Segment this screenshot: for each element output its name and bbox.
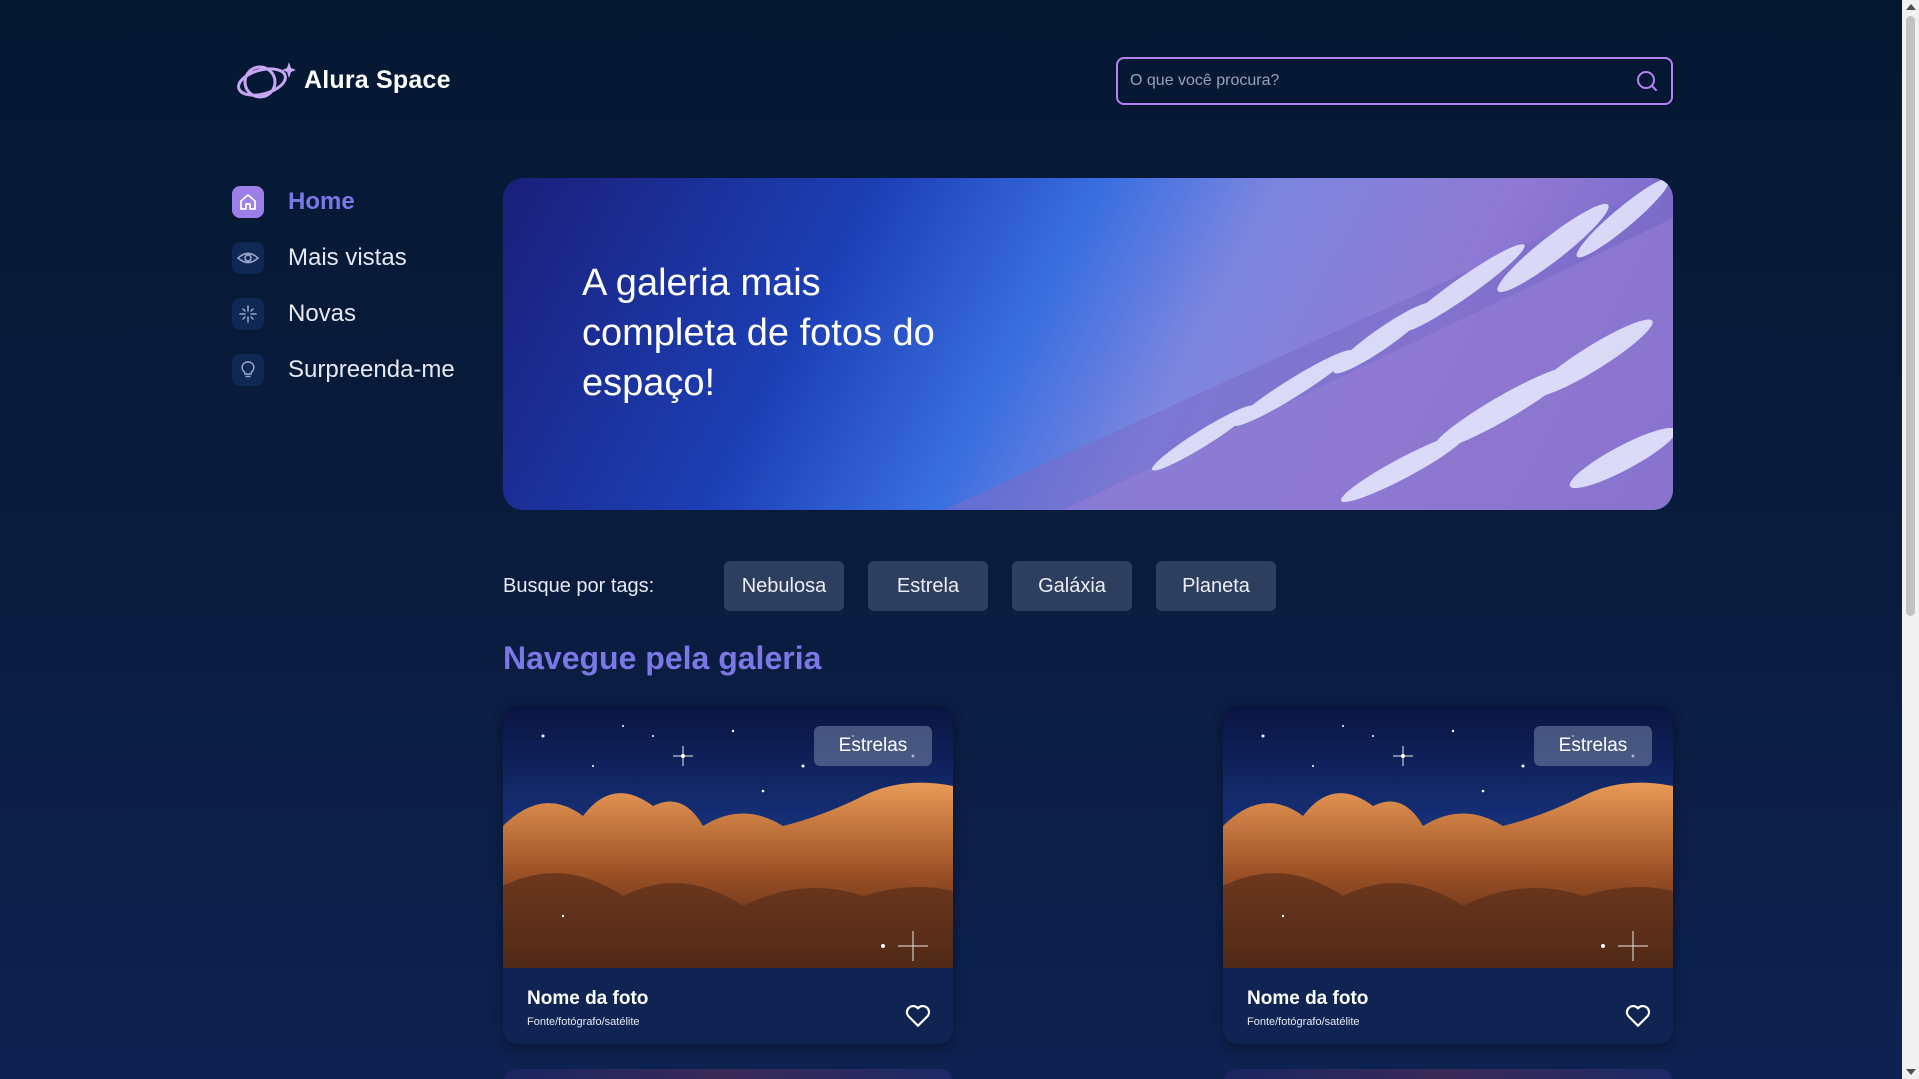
photo-card[interactable]: Estrelas Nome da foto Fonte/fotógrafo/sa…: [503, 706, 953, 1044]
card-body: Nome da foto Fonte/fotógrafo/satélite: [1223, 968, 1673, 1044]
sparkle-icon: [232, 298, 264, 330]
tag-nebulosa[interactable]: Nebulosa: [724, 561, 844, 611]
sidebar: Home Mais vistas Novas Surpreenda-me: [232, 174, 455, 398]
photo-card-partial[interactable]: [1223, 1069, 1673, 1079]
logo-text: Alura Space: [304, 65, 451, 94]
card-body: Nome da foto Fonte/fotógrafo/satélite: [503, 968, 953, 1044]
eye-icon: [232, 242, 264, 274]
gallery-title: Navegue pela galeria: [503, 640, 822, 676]
sidebar-item-home[interactable]: Home: [232, 174, 455, 230]
card-image[interactable]: Estrelas: [1223, 706, 1673, 968]
card-title: Nome da foto: [1247, 988, 1369, 1009]
vertical-scrollbar[interactable]: [1902, 0, 1919, 1079]
sidebar-item-label: Home: [288, 188, 355, 215]
scroll-up-arrow-icon[interactable]: [1906, 4, 1916, 10]
tag-estrela[interactable]: Estrela: [868, 561, 988, 611]
card-source: Fonte/fotógrafo/satélite: [527, 1016, 640, 1028]
tags-label: Busque por tags:: [503, 574, 655, 597]
home-icon: [232, 186, 264, 218]
hero-banner: A galeria mais completa de fotos do espa…: [503, 178, 1673, 510]
card-image[interactable]: Estrelas: [503, 706, 953, 968]
banner-title: A galeria mais completa de fotos do espa…: [582, 262, 935, 404]
sidebar-item-surpreenda-me[interactable]: Surpreenda-me: [232, 342, 455, 398]
photo-card[interactable]: Estrelas Nome da foto Fonte/fotógrafo/sa…: [1223, 706, 1673, 1044]
card-tag-badge: Estrelas: [1534, 726, 1652, 766]
sidebar-item-label: Mais vistas: [288, 244, 407, 271]
sidebar-item-label: Surpreenda-me: [288, 356, 455, 383]
logo[interactable]: Alura Space: [234, 58, 451, 102]
search-input[interactable]: [1130, 72, 1635, 90]
search-icon[interactable]: [1635, 69, 1659, 93]
lightbulb-icon: [232, 354, 264, 386]
card-tag-badge: Estrelas: [814, 726, 932, 766]
planet-logo-icon: [237, 62, 296, 99]
sidebar-item-mais-vistas[interactable]: Mais vistas: [232, 230, 455, 286]
heart-icon[interactable]: [905, 1004, 931, 1028]
scroll-thumb[interactable]: [1906, 16, 1915, 616]
scroll-down-arrow-icon[interactable]: [1906, 1069, 1916, 1075]
search-box: [1116, 57, 1673, 105]
tag-galaxia[interactable]: Galáxia: [1012, 561, 1132, 611]
heart-icon[interactable]: [1625, 1004, 1651, 1028]
card-source: Fonte/fotógrafo/satélite: [1247, 1016, 1360, 1028]
tag-planeta[interactable]: Planeta: [1156, 561, 1276, 611]
card-title: Nome da foto: [527, 988, 649, 1009]
page: Alura Space Home Mais vistas Novas: [0, 0, 1919, 1079]
sidebar-item-label: Novas: [288, 300, 357, 327]
sidebar-item-novas[interactable]: Novas: [232, 286, 455, 342]
photo-card-partial[interactable]: [503, 1069, 953, 1079]
tag-filter: Busque por tags: Nebulosa Estrela Galáxi…: [503, 561, 1300, 611]
